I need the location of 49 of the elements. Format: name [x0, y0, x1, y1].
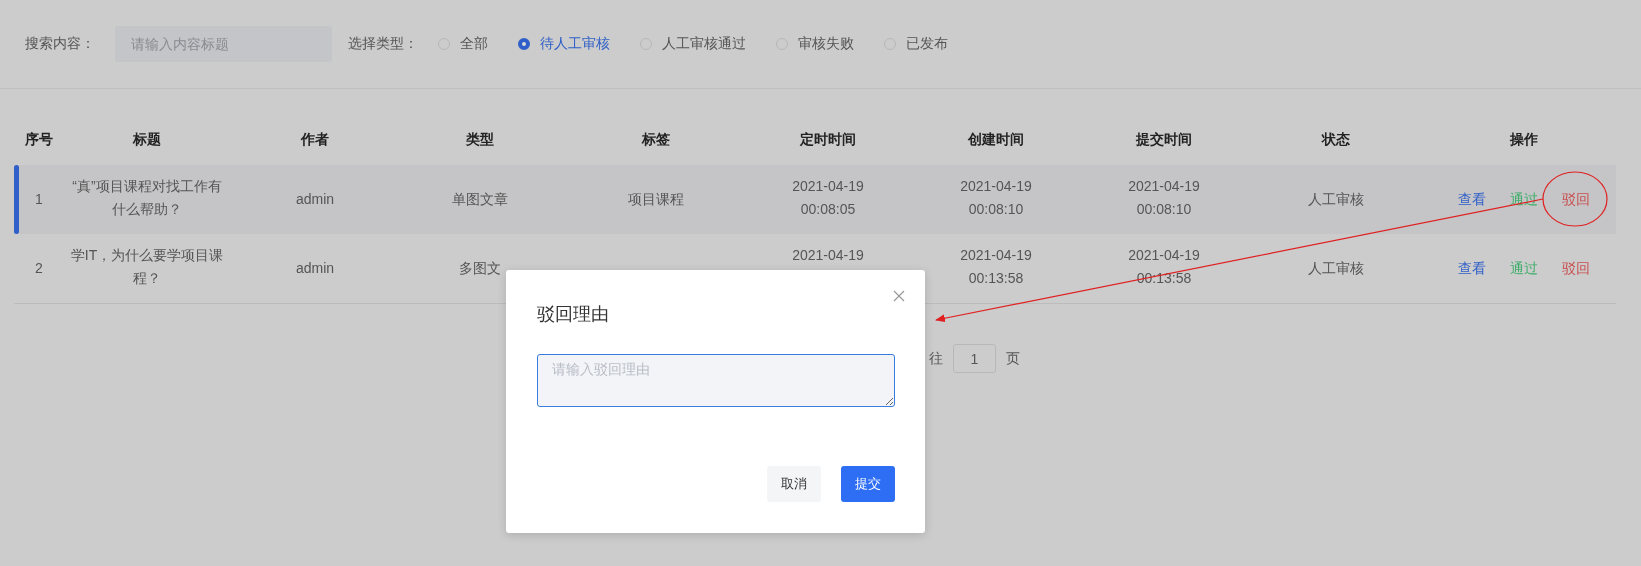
table-cell-text: “真”项目课程对找工作有 什么帮助？: [72, 176, 222, 219]
table-cell: 项目课程: [628, 191, 684, 207]
annotation-circle: [1542, 171, 1608, 227]
column-header: 标题: [133, 130, 161, 147]
column-header: 序号: [25, 130, 53, 147]
table-cell: 单图文章: [452, 191, 508, 207]
radio-label[interactable]: 人工审核通过: [662, 35, 746, 53]
table-cell: 1: [35, 191, 43, 207]
goto-label: 往: [929, 349, 943, 368]
table-cell-text: 2021-04-19 00:08:10: [960, 176, 1032, 219]
search-label: 搜索内容：: [25, 35, 95, 53]
radio-label[interactable]: 已发布: [906, 35, 948, 53]
table-cell: 人工审核: [1308, 191, 1364, 207]
table-cell-text: 2021-04-19: [792, 245, 864, 265]
column-header: 提交时间: [1136, 130, 1192, 147]
submit-button[interactable]: 提交: [841, 466, 895, 502]
reject-link[interactable]: 驳回: [1561, 188, 1590, 211]
view-link[interactable]: 查看: [1457, 257, 1486, 280]
cancel-button[interactable]: 取消: [767, 466, 821, 502]
table-cell-text: 2021-04-19 00:13:58: [960, 245, 1032, 288]
close-icon[interactable]: [893, 290, 905, 302]
radio-label[interactable]: 待人工审核: [540, 35, 610, 53]
column-header: 类型: [466, 130, 494, 147]
radio-label[interactable]: 全部: [460, 35, 488, 53]
row-indicator: [14, 165, 19, 234]
filter-label: 选择类型：: [348, 35, 418, 53]
table-cell-text: 2021-04-19 00:13:58: [1128, 245, 1200, 288]
table-cell: admin: [295, 260, 335, 276]
radio-button[interactable]: [518, 38, 530, 50]
column-header: 状态: [1322, 130, 1350, 147]
table-cell: 2: [35, 260, 43, 276]
column-header: 作者: [301, 130, 329, 147]
table-cell: admin: [295, 191, 335, 207]
column-header: 标签: [642, 130, 670, 147]
table-cell-text: 2021-04-19 00:08:10: [1128, 176, 1200, 219]
reject-link[interactable]: 驳回: [1561, 257, 1590, 280]
view-link[interactable]: 查看: [1457, 188, 1486, 211]
table-row[interactable]: 2 学IT，为什么要学项目课 程？ admin 多图文 2021-04-19 2021-04-19 00:13:58 2021-04-19 00:13:58 人工审核 查看 通过 驳回: [14, 234, 1616, 303]
column-header: 定时时间: [800, 130, 856, 147]
table-cell: 多图文: [459, 260, 501, 276]
radio-label[interactable]: 审核失败: [798, 35, 854, 53]
column-header: 操作: [1509, 130, 1538, 147]
page-suffix: 页: [1006, 349, 1020, 368]
table-cell-text: 2021-04-19 00:08:05: [792, 176, 864, 219]
table-cell-text: 学IT，为什么要学项目课 程？: [70, 245, 224, 288]
column-header: 创建时间: [968, 130, 1024, 147]
page-input[interactable]: 1: [953, 344, 996, 373]
table-cell: 人工审核: [1308, 260, 1364, 276]
dialog-title: 驳回理由: [537, 303, 610, 326]
